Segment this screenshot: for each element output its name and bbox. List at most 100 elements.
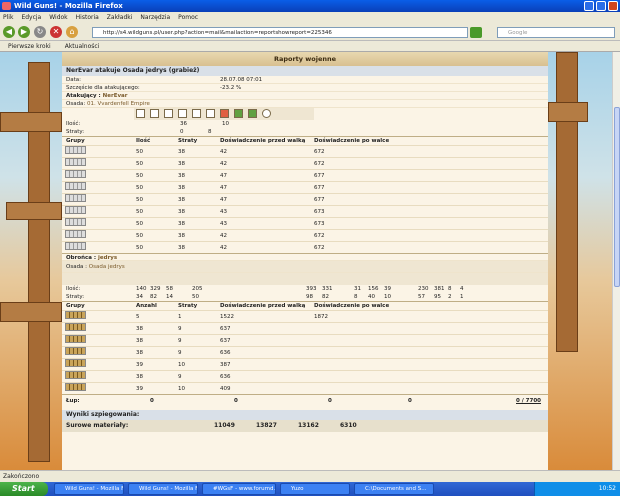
qty-value: 10: [222, 121, 229, 127]
unit-group-icon: [65, 182, 86, 190]
bookmarks-toolbar: Pierwsze kroki Aktualności: [0, 41, 620, 52]
qty-label: Ilość:: [66, 121, 81, 127]
start-button[interactable]: Start: [0, 482, 48, 496]
luck-value: -23.2 %: [220, 85, 242, 91]
taskbar-item[interactable]: Wild Guns! - Mozilla Fi...: [128, 483, 198, 495]
resource-value: 6310: [340, 422, 357, 429]
defender-groups-header: Grupy Anzahl Straty Doświadczenie przed …: [62, 301, 548, 310]
loss-label: Straty:: [66, 294, 85, 300]
menu-history[interactable]: Historia: [76, 12, 99, 23]
unit-group-icon: [65, 206, 86, 214]
loot-total: 0 / 7700: [516, 398, 541, 404]
window-title: Wild Guns! - Mozilla Firefox: [14, 2, 123, 10]
menu-edit[interactable]: Edycja: [21, 12, 41, 23]
menu-bar: Plik Edycja Widok Historia Zakładki Narz…: [0, 12, 620, 23]
loss-value: 2: [448, 294, 452, 300]
qty-value: 140: [136, 286, 147, 292]
wooden-post-right: [556, 52, 578, 352]
qty-value: 230: [418, 286, 429, 292]
menu-tools[interactable]: Narzędzia: [140, 12, 170, 23]
attacker-name[interactable]: NerEvar: [103, 93, 128, 99]
unit-group-icon: [65, 242, 86, 250]
resources-label: Surowe materiały:: [66, 422, 129, 429]
defender-loss-row: Straty: 34 82 14 50 98 82 8 40 10 57 95 …: [62, 293, 548, 301]
stop-button[interactable]: ✕: [50, 26, 62, 38]
bookmark-first-steps[interactable]: Pierwsze kroki: [8, 41, 51, 51]
luck-row: Szczęście dla atakującego: -23.2 %: [62, 84, 548, 92]
settlement-link[interactable]: 01. Vvardenfell Empire: [87, 101, 150, 107]
page-content: Raporty wojenne NerEvar atakuje Osada je…: [0, 52, 612, 470]
go-button[interactable]: [470, 27, 482, 38]
unit-icon: [150, 109, 159, 118]
qty-value: 205: [192, 286, 203, 292]
forward-button[interactable]: ▶: [18, 26, 30, 38]
unit-icon: [248, 109, 257, 118]
date-label: Data:: [66, 77, 81, 83]
unit-group-icon: [65, 311, 86, 319]
loot-value: 0: [150, 398, 154, 404]
search-input[interactable]: Google: [497, 27, 615, 38]
qty-value: 8: [448, 286, 452, 292]
defender-groups-table: 5 1 1522 1872 38 9 637 38 9 637 38 9 636 39 10 387 …: [62, 310, 548, 394]
def-settlement-link[interactable]: Osada jedrys: [89, 264, 125, 270]
defender-unit-icons: [62, 273, 548, 285]
unit-group-icon: [65, 371, 86, 379]
table-row: 50 38 42 672: [62, 145, 548, 157]
reload-button[interactable]: ↻: [34, 26, 46, 38]
vertical-scrollbar[interactable]: [612, 52, 620, 470]
menu-file[interactable]: Plik: [3, 12, 13, 23]
menu-bookmarks[interactable]: Zakładki: [107, 12, 133, 23]
unit-icon: [178, 109, 187, 118]
table-row: 38 9 637: [62, 334, 548, 346]
loot-value: 0: [408, 398, 412, 404]
unit-icon: [262, 109, 271, 118]
unit-icon: [136, 109, 145, 118]
home-button[interactable]: ⌂: [66, 26, 78, 38]
table-row: 39 10 387: [62, 358, 548, 370]
qty-value: 36: [180, 121, 187, 127]
attacker-qty-row: Ilość: 36 10: [62, 120, 548, 128]
unit-group-icon: [65, 383, 86, 391]
wooden-sign-left-2: [6, 202, 62, 220]
date-value: 28.07.08 07:01: [220, 77, 263, 83]
resource-value: 13162: [298, 422, 319, 429]
close-button[interactable]: [608, 1, 618, 11]
minimize-button[interactable]: [584, 1, 594, 11]
qty-value: 39: [384, 286, 391, 292]
resources-row: Surowe materiały: 11049 13827 13162 6310: [62, 420, 548, 432]
table-row: 38 9 637: [62, 322, 548, 334]
bookmark-news[interactable]: Aktualności: [65, 41, 100, 51]
unit-group-icon: [65, 158, 86, 166]
taskbar-item[interactable]: #WGsF - www.forumd...: [202, 483, 276, 495]
wooden-sign-right: [548, 102, 588, 122]
resource-value: 13827: [256, 422, 277, 429]
unit-group-icon: [65, 230, 86, 238]
taskbar-item[interactable]: Yuzo: [280, 483, 350, 495]
table-row: 50 38 42 672: [62, 229, 548, 241]
report-banner: Raporty wojenne: [62, 52, 548, 66]
defender-qty-row: Ilość: 140 329 58 205 393 331 31 156 39 …: [62, 285, 548, 293]
wooden-sign-left-3: [0, 302, 62, 322]
table-row: 50 38 42 672: [62, 241, 548, 253]
loot-label: Łup:: [66, 398, 80, 404]
qty-value: 156: [368, 286, 379, 292]
unit-group-icon: [65, 359, 86, 367]
menu-view[interactable]: Widok: [49, 12, 67, 23]
taskbar-item[interactable]: Wild Guns! - Mozilla Fi...: [54, 483, 124, 495]
loss-value: 50: [192, 294, 199, 300]
taskbar-item[interactable]: C:\Documents and S...: [354, 483, 434, 495]
qty-value: 4: [460, 286, 464, 292]
window-controls: [584, 1, 618, 11]
url-input[interactable]: http://s4.wildguns.pl/user.php?action=ma…: [92, 27, 468, 38]
loot-value: 0: [328, 398, 332, 404]
menu-help[interactable]: Pomoc: [178, 12, 198, 23]
attacker-unit-icons: [134, 108, 314, 120]
back-button[interactable]: ◀: [3, 26, 15, 38]
loss-value: 8: [354, 294, 358, 300]
date-row: Data: 28.07.08 07:01: [62, 76, 548, 84]
scrollbar-thumb[interactable]: [614, 107, 620, 287]
qty-value: 58: [166, 286, 173, 292]
defender-row: Obrońca : jedrys: [62, 253, 548, 261]
maximize-button[interactable]: [596, 1, 606, 11]
table-row: 50 38 43 673: [62, 217, 548, 229]
